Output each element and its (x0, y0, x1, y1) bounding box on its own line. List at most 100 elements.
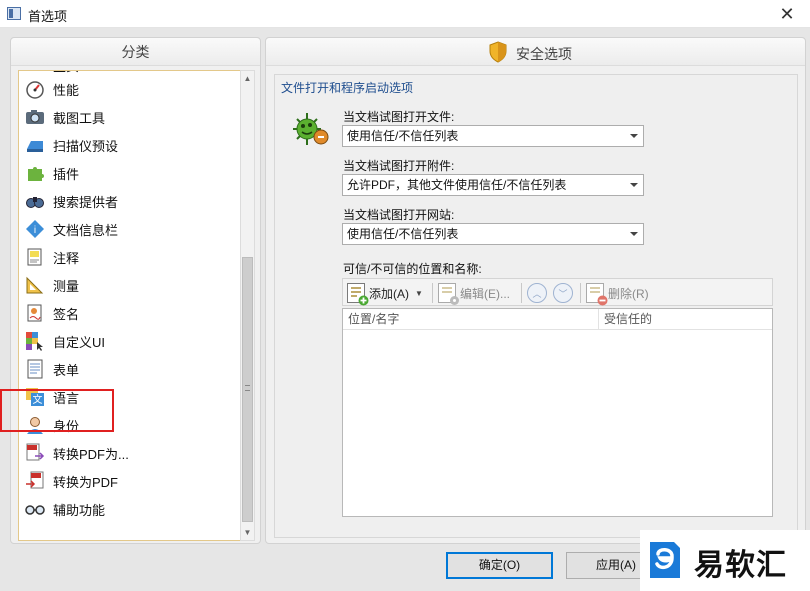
toolbar-separator (521, 283, 522, 303)
close-button[interactable]: ✕ (764, 0, 810, 28)
open-file-label: 当文档试图打开文件: (343, 110, 455, 124)
category-item-accessibility[interactable]: 辅助功能 (19, 495, 248, 523)
grip-icon (245, 385, 250, 391)
category-item-search-providers[interactable]: 搜索提供者 (19, 187, 248, 215)
category-item-label: 性能 (53, 82, 80, 98)
select-value: 允许PDF，其他文件使用信任/不信任列表 (347, 178, 567, 192)
category-item-label: 测量 (53, 278, 80, 294)
chevron-up-icon: ︿ (532, 288, 542, 299)
dropdown-arrow-icon (630, 183, 638, 187)
file-open-group: 文件打开和程序启动选项 当文档试图打开文件: 使用信任/不信任列表 当文档试图打… (274, 74, 798, 538)
move-down-button[interactable]: ﹀ (553, 283, 573, 303)
trust-list-label: 可信/不可信的位置和名称: (343, 262, 482, 276)
edit-button-label: 编辑(E)... (460, 286, 510, 301)
pdf-export-icon (25, 443, 45, 463)
scanner-icon (25, 135, 45, 155)
signature-icon (25, 303, 45, 323)
shield-icon (489, 41, 507, 63)
chevron-down-icon: ﹀ (558, 288, 568, 299)
column-header-location[interactable]: 位置/名字 (343, 309, 599, 330)
trust-list-toolbar: 添加(A) ▼ 编辑(E)... ︿ ﹀ 删除(R) (342, 278, 773, 306)
settings-header: 安全选项 (266, 38, 805, 66)
watermark: 易软汇 (640, 530, 810, 591)
category-item-convert-from-pdf[interactable]: 转换PDF为... (19, 439, 248, 467)
delete-doc-icon (586, 283, 608, 306)
category-item-snapshot[interactable]: 截图工具 (19, 103, 248, 131)
category-item-label: 文档信息栏 (53, 222, 119, 238)
category-item-label: 扫描仪预设 (53, 138, 119, 154)
group-title: 文件打开和程序启动选项 (281, 81, 414, 95)
category-item-label: 搜索提供者 (53, 194, 119, 210)
open-attachment-select[interactable]: 允许PDF，其他文件使用信任/不信任列表 (342, 174, 644, 196)
category-item-label: 自定义UI (53, 334, 106, 350)
add-button[interactable]: 添加(A) ▼ (347, 282, 423, 306)
category-item-label: 转换为PDF (53, 474, 119, 490)
category-item-label: 签名 (53, 306, 80, 322)
gauge-icon (25, 79, 45, 99)
category-item-label: 插件 (53, 166, 80, 182)
open-attachment-label: 当文档试图打开附件: (343, 159, 455, 173)
app-icon (7, 7, 21, 20)
move-up-button[interactable]: ︿ (527, 283, 547, 303)
add-dropdown-icon[interactable]: ▼ (415, 289, 423, 298)
category-item-plugins[interactable]: 插件 (19, 159, 248, 187)
category-item-convert-to-pdf[interactable]: 转换为PDF (19, 467, 248, 495)
delete-button-label: 删除(R) (608, 286, 649, 301)
scroll-up-arrow-icon[interactable]: ▲ (241, 71, 254, 86)
watermark-text: 易软汇 (694, 549, 787, 582)
camera-icon (25, 107, 45, 127)
category-item-measure[interactable]: 测量 (19, 271, 248, 299)
category-item-doc-info-bar[interactable]: i 文档信息栏 (19, 215, 248, 243)
highlight-annotation (0, 389, 114, 432)
title-bar: 首选项 ✕ (0, 0, 810, 28)
select-value: 使用信任/不信任列表 (347, 129, 459, 143)
settings-title: 安全选项 (516, 46, 572, 62)
category-scrollbar[interactable]: ▲ ▼ (240, 70, 255, 541)
category-item-forms[interactable]: 表单 (19, 355, 248, 383)
dialog-body: 分类 主页 性能 截图工具 (0, 28, 810, 591)
virus-icon (293, 113, 329, 145)
glasses-icon (25, 499, 45, 519)
column-header-trusted[interactable]: 受信任的 (599, 309, 772, 330)
category-item-label: 主页 (53, 71, 79, 75)
home-icon (25, 71, 45, 75)
category-item-label: 辅助功能 (53, 502, 106, 518)
puzzle-icon (25, 163, 45, 183)
add-button-label: 添加(A) (369, 286, 409, 301)
category-item-label: 表单 (53, 362, 80, 378)
category-item-performance[interactable]: 性能 (19, 75, 248, 103)
open-website-select[interactable]: 使用信任/不信任列表 (342, 223, 644, 245)
category-item-signature[interactable]: 签名 (19, 299, 248, 327)
note-icon (25, 247, 45, 267)
svg-text:i: i (34, 225, 36, 236)
ruler-icon (25, 275, 45, 295)
form-icon (25, 359, 45, 379)
settings-panel: 安全选项 文件打开和程序启动选项 当文档试图打开文件: 使用信任/不信任列表 当 (265, 37, 806, 544)
dropdown-arrow-icon (630, 232, 638, 236)
watermark-logo-icon (650, 542, 680, 578)
toolbar-separator (432, 283, 433, 303)
add-doc-icon (347, 283, 369, 306)
window-title: 首选项 (28, 9, 68, 24)
dropdown-arrow-icon (630, 134, 638, 138)
open-website-label: 当文档试图打开网站: (343, 208, 455, 222)
trust-list[interactable]: 位置/名字 受信任的 (342, 308, 773, 517)
category-item-comments[interactable]: 注释 (19, 243, 248, 271)
ok-button[interactable]: 确定(O) (446, 552, 553, 579)
toolbar-separator (580, 283, 581, 303)
category-item-label: 转换PDF为... (53, 446, 129, 462)
scrollbar-thumb[interactable] (242, 257, 253, 522)
category-item-label: 注释 (53, 250, 80, 266)
open-file-select[interactable]: 使用信任/不信任列表 (342, 125, 644, 147)
pdf-import-icon (25, 471, 45, 491)
scroll-down-arrow-icon[interactable]: ▼ (241, 525, 254, 540)
info-icon: i (25, 219, 45, 239)
binoculars-icon (25, 191, 45, 211)
edit-button[interactable]: 编辑(E)... (438, 282, 510, 305)
delete-button[interactable]: 删除(R) (586, 282, 649, 306)
palette-icon (25, 331, 45, 351)
category-list[interactable]: 主页 性能 截图工具 扫描仪预设 (18, 70, 249, 541)
category-item-scanner[interactable]: 扫描仪预设 (19, 131, 248, 159)
category-item-custom-ui[interactable]: 自定义UI (19, 327, 248, 355)
select-value: 使用信任/不信任列表 (347, 227, 459, 241)
